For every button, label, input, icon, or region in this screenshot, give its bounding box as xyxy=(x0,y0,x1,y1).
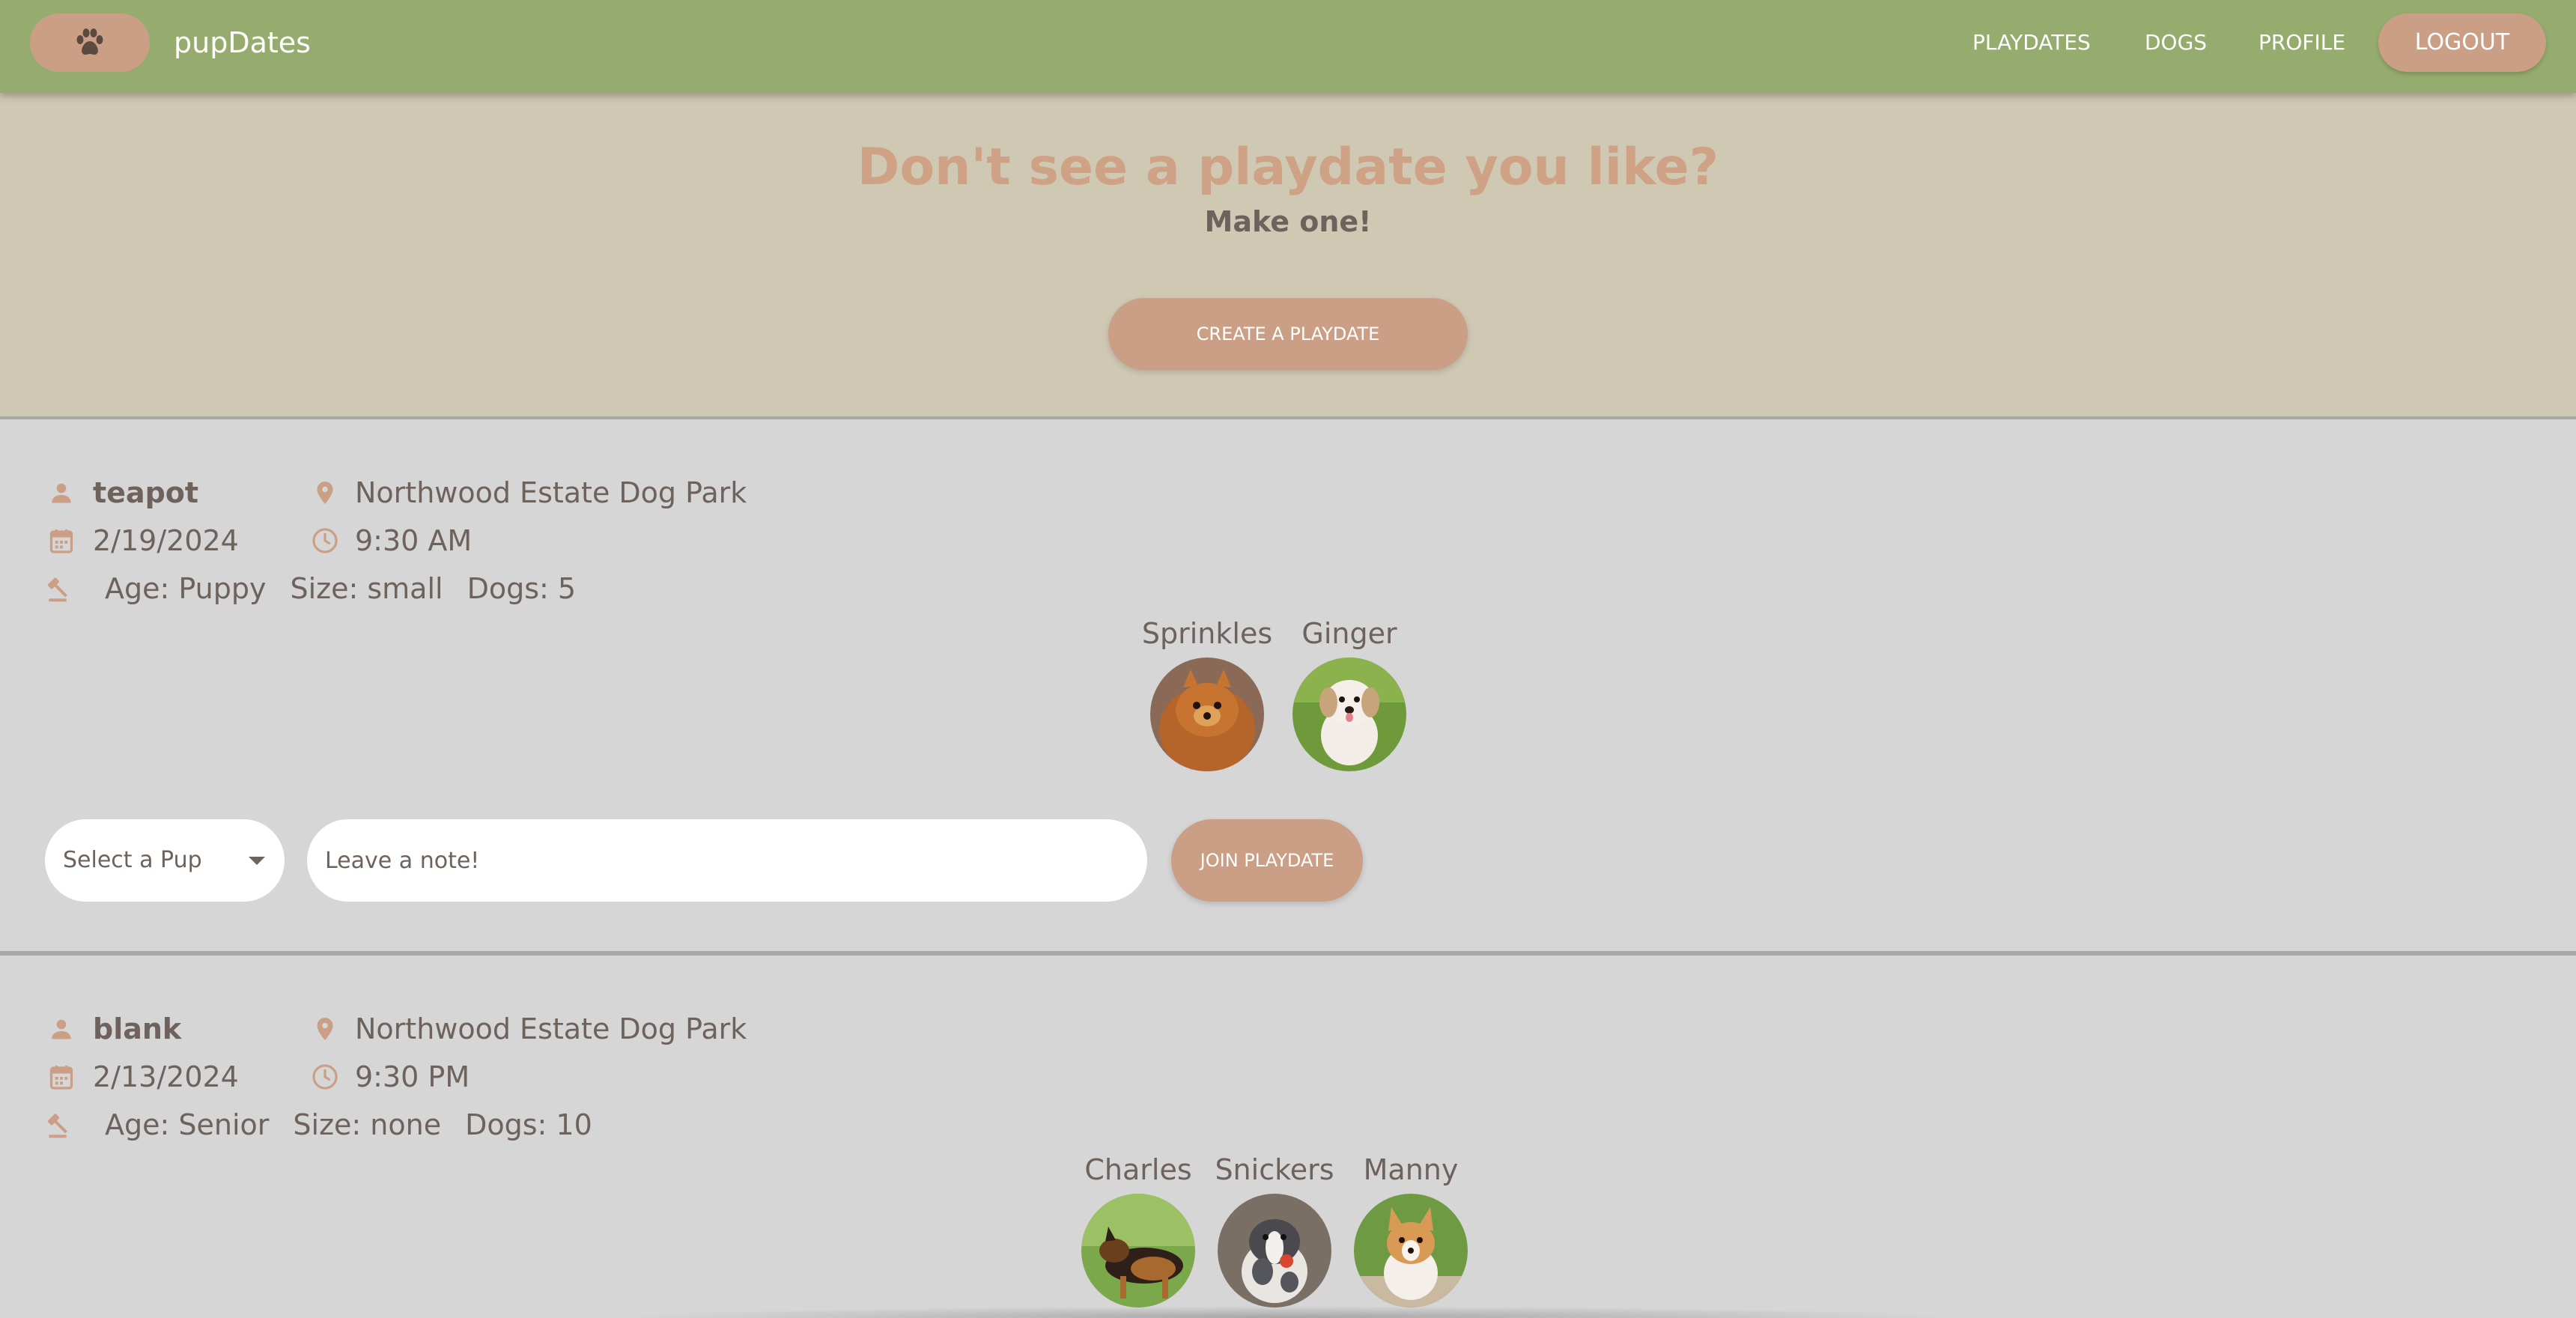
join-playdate-button[interactable]: JOIN PLAYDATE xyxy=(1171,819,1363,902)
attending-dog[interactable]: Ginger xyxy=(1282,614,1417,771)
time-row: 9:30 AM xyxy=(309,520,472,562)
create-playdate-button[interactable]: CREATE A PLAYDATE xyxy=(1108,298,1468,370)
attending-dog[interactable]: Manny xyxy=(1343,1150,1478,1308)
pup-select-value: Select a Pup xyxy=(63,847,202,873)
dog-name: Snickers xyxy=(1215,1153,1334,1186)
paw-icon xyxy=(76,28,103,55)
dog-name: Sprinkles xyxy=(1141,617,1273,650)
create-playdate-banner: Don't see a playdate you like? Make one!… xyxy=(0,93,2576,419)
location-text: Northwood Estate Dog Park xyxy=(355,476,747,509)
dog-avatar xyxy=(1354,1194,1468,1308)
location-row: Northwood Estate Dog Park xyxy=(309,1008,747,1050)
dog-name: Charles xyxy=(1084,1153,1192,1186)
host-name: teapot xyxy=(93,476,199,509)
playdate-card: blank Northwood Estate Dog Park 2/13/202… xyxy=(0,960,2576,1318)
size-filter: Size: none xyxy=(293,1108,442,1141)
location-text: Northwood Estate Dog Park xyxy=(355,1012,747,1045)
dog-name: Manny xyxy=(1363,1153,1459,1186)
location-pin-icon xyxy=(309,1012,341,1045)
attending-dog[interactable]: Charles xyxy=(1071,1150,1206,1308)
banner-title: Don't see a playdate you like? xyxy=(857,138,1719,197)
age-filter: Age: Senior xyxy=(105,1108,270,1141)
filters-row: Age: Puppy Size: small Dogs: 5 xyxy=(45,568,576,610)
navbar: pupDates PLAYDATES DOGS PROFILE LOGOUT xyxy=(0,0,2576,93)
host-row: blank xyxy=(45,1008,181,1050)
time-text: 9:30 AM xyxy=(355,524,473,557)
time-text: 9:30 PM xyxy=(355,1060,470,1093)
date-row: 2/13/2024 xyxy=(45,1056,239,1098)
calendar-icon xyxy=(45,524,78,557)
calendar-icon xyxy=(45,1060,78,1093)
date-text: 2/13/2024 xyxy=(93,1060,239,1093)
clock-icon xyxy=(309,524,341,557)
date-text: 2/19/2024 xyxy=(93,524,239,557)
chevron-down-icon xyxy=(249,857,265,865)
size-filter: Size: small xyxy=(290,572,443,605)
scroll-shadow xyxy=(614,1306,1962,1318)
playdate-card: teapot Northwood Estate Dog Park 2/19/20… xyxy=(0,422,2576,956)
note-input[interactable] xyxy=(307,819,1147,902)
date-row: 2/19/2024 xyxy=(45,520,239,562)
age-filter: Age: Puppy xyxy=(105,572,267,605)
host-row: teapot xyxy=(45,472,198,514)
clock-icon xyxy=(309,1060,341,1093)
attending-dog[interactable]: Sprinkles xyxy=(1140,614,1275,771)
dog-avatar xyxy=(1292,658,1406,771)
nav-link-profile[interactable]: PROFILE xyxy=(2258,0,2345,85)
gavel-icon xyxy=(45,1108,78,1141)
banner-subtitle: Make one! xyxy=(1204,205,1372,238)
attending-dog[interactable]: Snickers xyxy=(1207,1150,1342,1308)
brand-name[interactable]: pupDates xyxy=(174,0,311,85)
logout-button[interactable]: LOGOUT xyxy=(2378,13,2546,72)
dog-avatar xyxy=(1218,1194,1331,1308)
host-name: blank xyxy=(93,1012,182,1045)
pup-select[interactable]: Select a Pup xyxy=(45,819,285,902)
dog-count: Dogs: 10 xyxy=(465,1108,592,1141)
nav-link-playdates[interactable]: PLAYDATES xyxy=(1972,0,2091,85)
dog-avatar xyxy=(1081,1194,1195,1308)
time-row: 9:30 PM xyxy=(309,1056,470,1098)
person-icon xyxy=(45,476,78,509)
filters-row: Age: Senior Size: none Dogs: 10 xyxy=(45,1104,592,1146)
location-row: Northwood Estate Dog Park xyxy=(309,472,747,514)
home-logo-button[interactable] xyxy=(30,13,150,72)
dog-count: Dogs: 5 xyxy=(467,572,577,605)
nav-link-dogs[interactable]: DOGS xyxy=(2145,0,2207,85)
gavel-icon xyxy=(45,572,78,605)
dog-avatar xyxy=(1150,658,1264,771)
location-pin-icon xyxy=(309,476,341,509)
dog-name: Ginger xyxy=(1301,617,1397,650)
person-icon xyxy=(45,1012,78,1045)
